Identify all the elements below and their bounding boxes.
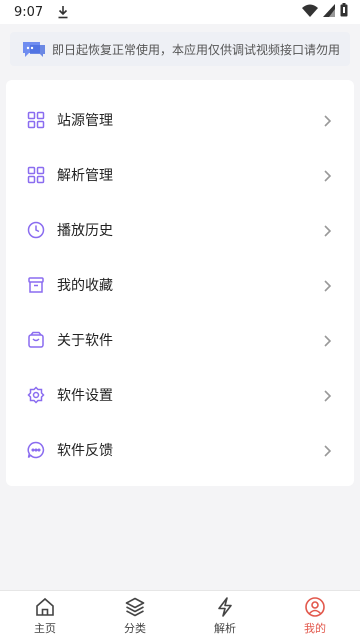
lightning-icon xyxy=(214,596,236,618)
clock-icon xyxy=(27,221,45,239)
user-icon xyxy=(304,596,326,618)
notice-text: 即日起恢复正常使用，本应用仅供调试视频接口请勿用 xyxy=(52,42,341,57)
status-right xyxy=(302,3,348,21)
menu-item-feedback[interactable]: 软件反馈 xyxy=(6,422,354,477)
chevron-right-icon xyxy=(322,388,332,402)
download-icon xyxy=(57,5,69,19)
chat-icon xyxy=(27,441,45,459)
menu-item-label: 软件设置 xyxy=(57,387,113,404)
menu-item-settings[interactable]: 软件设置 xyxy=(6,367,354,422)
menu-item-label: 播放历史 xyxy=(57,222,113,239)
chevron-right-icon xyxy=(322,333,332,347)
chevron-right-icon xyxy=(322,443,332,457)
menu-item-label: 关于软件 xyxy=(57,332,113,349)
menu-item-label: 我的收藏 xyxy=(57,277,113,294)
tab-label: 我的 xyxy=(304,621,326,635)
signal-icon xyxy=(323,3,335,21)
menu-item-about[interactable]: 关于软件 xyxy=(6,312,354,367)
grid-icon xyxy=(27,166,45,184)
message-icon xyxy=(20,39,48,59)
layers-icon xyxy=(124,596,146,618)
status-time: 9:07 xyxy=(14,4,44,20)
tab-label: 解析 xyxy=(214,621,236,635)
tab-mine[interactable]: 我的 xyxy=(270,591,360,640)
tab-label: 主页 xyxy=(34,621,56,635)
menu-item-label: 解析管理 xyxy=(57,167,113,184)
chevron-right-icon xyxy=(322,278,332,292)
bag-icon xyxy=(27,331,45,349)
menu-item-label: 软件反馈 xyxy=(57,442,113,459)
tab-category[interactable]: 分类 xyxy=(90,591,180,640)
archive-icon xyxy=(27,276,45,294)
tab-parse[interactable]: 解析 xyxy=(180,591,270,640)
home-icon xyxy=(34,596,56,618)
bottom-tab-bar: 主页 分类 解析 我的 xyxy=(0,590,360,640)
menu-item-source-management[interactable]: 站源管理 xyxy=(6,92,354,147)
menu-item-play-history[interactable]: 播放历史 xyxy=(6,202,354,257)
chevron-right-icon xyxy=(322,168,332,182)
notice-banner[interactable]: 即日起恢复正常使用，本应用仅供调试视频接口请勿用 xyxy=(10,32,350,66)
settings-icon xyxy=(27,385,45,404)
battery-icon xyxy=(340,3,348,21)
menu-item-label: 站源管理 xyxy=(57,112,113,129)
chevron-right-icon xyxy=(322,223,332,237)
status-bar: 9:07 xyxy=(0,0,360,24)
tab-label: 分类 xyxy=(124,621,146,635)
menu-card: 站源管理 解析管理 播放历史 我的收藏 关于软件 软件设置 软件反馈 xyxy=(6,80,354,486)
menu-item-favorites[interactable]: 我的收藏 xyxy=(6,257,354,312)
wifi-icon xyxy=(302,4,318,21)
menu-item-parse-management[interactable]: 解析管理 xyxy=(6,147,354,202)
grid-icon xyxy=(27,111,45,129)
chevron-right-icon xyxy=(322,113,332,127)
tab-home[interactable]: 主页 xyxy=(0,591,90,640)
